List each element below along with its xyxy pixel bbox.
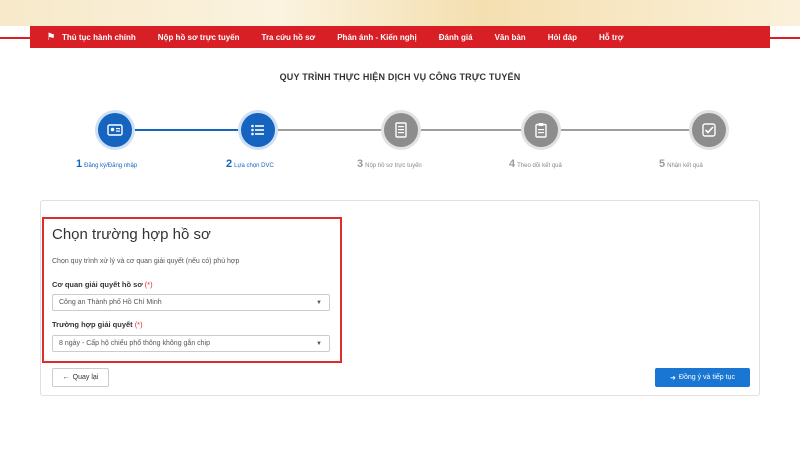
check-icon <box>702 123 716 137</box>
agency-select-value: Công an Thành phố Hồ Chí Minh <box>59 299 162 306</box>
nav-item-feedback[interactable]: Phản ánh - Kiến nghị <box>337 33 417 42</box>
header-banner <box>0 0 800 26</box>
arrow-left-icon: ← <box>62 374 70 381</box>
nav-item-support[interactable]: Hỗ trợ <box>599 33 623 42</box>
step-2-label: 2 Lựa chọn DVC <box>226 158 274 170</box>
agency-label: Cơ quan giải quyết hồ sơ (*) <box>52 280 153 289</box>
step-1-circle <box>98 113 132 147</box>
step-3-label: 3 Nộp hồ sơ trực tuyến <box>357 158 422 170</box>
step-connector-1 <box>132 129 241 131</box>
caret-down-icon: ▼ <box>316 300 322 306</box>
nav-item-submit-online[interactable]: Nộp hồ sơ trực tuyến <box>158 33 240 42</box>
nav-item-procedures[interactable]: Thủ tục hành chính <box>62 33 136 42</box>
document-icon <box>395 122 407 138</box>
step-5-label: 5 Nhận kết quả <box>659 158 703 170</box>
caret-down-icon: ▼ <box>316 341 322 347</box>
back-button[interactable]: ← Quay lại <box>52 368 109 387</box>
main-nav: ⚑ Thủ tục hành chính Nộp hồ sơ trực tuyế… <box>30 26 770 48</box>
id-card-icon <box>107 124 123 136</box>
step-3-circle <box>384 113 418 147</box>
agree-continue-button[interactable]: ➜ Đồng ý và tiếp tục <box>655 368 750 387</box>
step-connector-2 <box>275 129 384 131</box>
case-select-value: 8 ngày - Cấp hộ chiếu phổ thông không gắ… <box>59 340 211 347</box>
nav-item-lookup[interactable]: Tra cứu hồ sơ <box>262 33 316 42</box>
step-1-label: 1 Đăng ký/Đăng nhập <box>76 158 138 170</box>
process-stepper: 1 Đăng ký/Đăng nhập 2 Lựa chọn DVC 3 Nộp hồ… <box>0 110 800 180</box>
step-4-label: 4 Theo dõi kết quả <box>509 158 562 170</box>
form-title: Chọn trường hợp hồ sơ <box>52 226 211 243</box>
home-icon[interactable]: ⚑ <box>40 32 62 43</box>
list-icon <box>251 124 264 136</box>
nav-item-rating[interactable]: Đánh giá <box>439 33 473 42</box>
step-5-circle <box>692 113 726 147</box>
agency-select[interactable]: Công an Thành phố Hồ Chí Minh ▼ <box>52 294 330 311</box>
nav-item-documents[interactable]: Văn bản <box>495 33 526 42</box>
step-2-circle <box>241 113 275 147</box>
case-label: Trường hợp giải quyết (*) <box>52 320 143 329</box>
page-title: QUY TRÌNH THỰC HIỆN DỊCH VỤ CÔNG TRỰC TU… <box>279 72 521 82</box>
form-description: Chọn quy trình xử lý và cơ quan giải quy… <box>52 258 240 265</box>
case-select[interactable]: 8 ngày - Cấp hộ chiếu phổ thông không gắ… <box>52 335 330 352</box>
clipboard-icon <box>535 123 547 138</box>
arrow-right-icon: ➜ <box>670 374 676 382</box>
step-4-circle <box>524 113 558 147</box>
step-connector-4 <box>558 129 692 131</box>
nav-item-faq[interactable]: Hỏi đáp <box>548 33 577 42</box>
step-connector-3 <box>418 129 524 131</box>
